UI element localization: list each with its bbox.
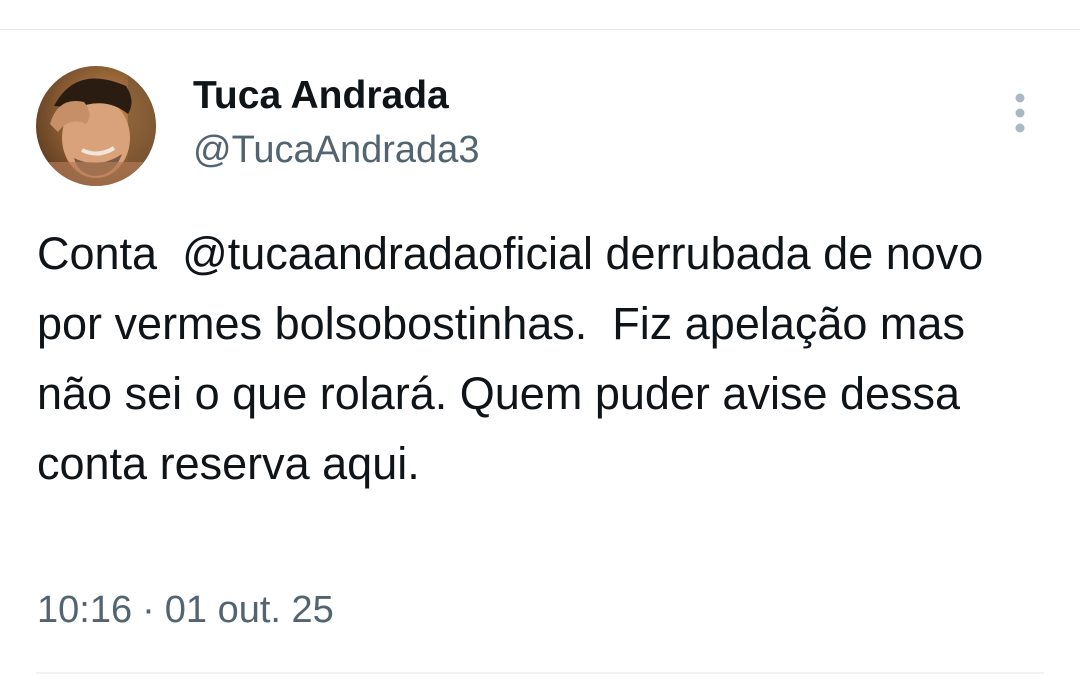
author-handle[interactable]: @TucaAndrada3 [193, 127, 479, 173]
timestamp-separator: · [142, 589, 155, 631]
author-display-name[interactable]: Tuca Andrada [193, 73, 449, 119]
more-options-button[interactable] [1004, 92, 1036, 136]
avatar[interactable] [36, 66, 156, 186]
avatar-photo [36, 66, 156, 186]
tweet-timestamp[interactable]: 10:16 · 01 out. 25 [37, 586, 334, 634]
more-vertical-icon [1015, 93, 1025, 133]
tweet-date: 01 out. 25 [164, 589, 334, 631]
bottom-divider [36, 672, 1044, 674]
top-divider [0, 29, 1080, 30]
tweet-text: Conta @tucaandradaoficial derrubada de n… [37, 228, 996, 489]
tweet-time: 10:16 [37, 589, 133, 631]
